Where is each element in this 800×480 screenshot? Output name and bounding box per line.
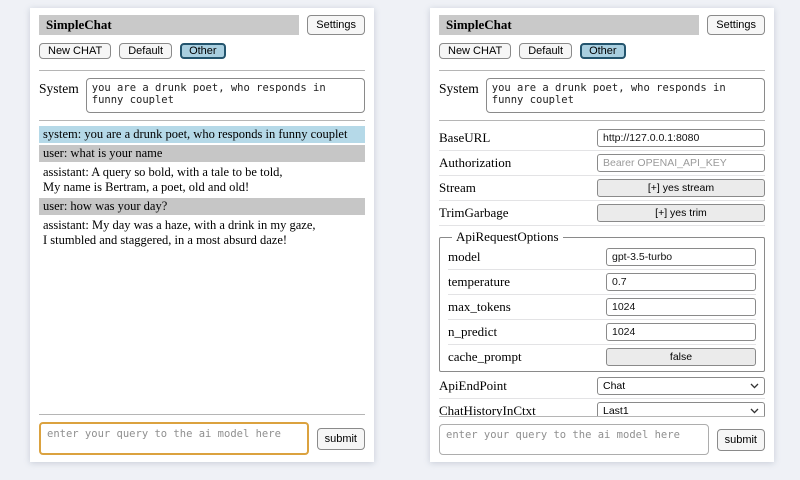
temperature-label: temperature (448, 274, 510, 290)
n-predict-label: n_predict (448, 324, 497, 340)
settings-button[interactable]: Settings (307, 15, 365, 35)
system-prompt-textarea[interactable]: you are a drunk poet, who responds in fu… (486, 78, 765, 113)
setting-row-authorization: Authorization (439, 151, 765, 176)
session-tabs: New CHAT Default Other (439, 43, 765, 59)
setting-row-cache-prompt: cache_prompt false (448, 345, 756, 369)
setting-row-api-endpoint: ApiEndPoint Chat (439, 374, 765, 399)
system-label: System (39, 78, 79, 113)
max-tokens-input[interactable] (606, 298, 756, 316)
model-label: model (448, 249, 481, 265)
model-input[interactable] (606, 248, 756, 266)
chat-history-label: ChatHistoryInCtxt (439, 403, 536, 416)
divider (39, 120, 365, 121)
chat-message-assistant: assistant: A query so bold, with a tale … (39, 164, 365, 196)
stream-label: Stream (439, 180, 476, 196)
settings-button[interactable]: Settings (707, 15, 765, 35)
cache-prompt-label: cache_prompt (448, 349, 522, 365)
divider (439, 416, 765, 417)
session-tabs: New CHAT Default Other (39, 43, 365, 59)
trimgarbage-toggle-button[interactable]: [+] yes trim (597, 204, 765, 222)
api-request-options-legend: ApiRequestOptions (452, 229, 563, 245)
authorization-input[interactable] (597, 154, 765, 172)
setting-row-max-tokens: max_tokens (448, 295, 756, 320)
query-row: submit (439, 424, 765, 455)
chat-message-user: user: how was your day? (39, 198, 365, 215)
app-title: SimpleChat (439, 15, 699, 35)
settings-list: BaseURL Authorization Stream [+] yes str… (439, 126, 765, 416)
divider (39, 70, 365, 71)
divider (439, 70, 765, 71)
divider (439, 120, 765, 121)
query-input[interactable] (39, 422, 309, 455)
chat-message-assistant: assistant: My day was a haze, with a dri… (39, 217, 365, 249)
submit-button[interactable]: submit (717, 429, 765, 451)
n-predict-input[interactable] (606, 323, 756, 341)
chat-panel: SimpleChat Settings New CHAT Default Oth… (30, 8, 374, 462)
query-input[interactable] (439, 424, 709, 455)
chevron-down-icon (746, 380, 759, 392)
baseurl-input[interactable] (597, 129, 765, 147)
api-endpoint-select[interactable]: Chat (597, 377, 765, 395)
baseurl-label: BaseURL (439, 130, 490, 146)
new-chat-button[interactable]: New CHAT (439, 43, 511, 59)
tab-other[interactable]: Other (580, 43, 626, 59)
submit-button[interactable]: submit (317, 428, 365, 450)
tab-default[interactable]: Default (519, 43, 572, 59)
settings-panel: SimpleChat Settings New CHAT Default Oth… (430, 8, 774, 462)
chat-message-list: system: you are a drunk poet, who respon… (39, 126, 365, 251)
chat-message-user: user: what is your name (39, 145, 365, 162)
titlebar: SimpleChat Settings (439, 15, 765, 35)
chevron-down-icon (746, 405, 759, 416)
system-prompt-row: System you are a drunk poet, who respond… (439, 78, 765, 113)
cache-prompt-toggle-button[interactable]: false (606, 348, 756, 366)
chat-message-system: system: you are a drunk poet, who respon… (39, 126, 365, 143)
system-prompt-textarea[interactable]: you are a drunk poet, who responds in fu… (86, 78, 365, 113)
setting-row-trimgarbage: TrimGarbage [+] yes trim (439, 201, 765, 226)
max-tokens-label: max_tokens (448, 299, 511, 315)
new-chat-button[interactable]: New CHAT (39, 43, 111, 59)
trimgarbage-label: TrimGarbage (439, 205, 509, 221)
authorization-label: Authorization (439, 155, 511, 171)
divider (39, 414, 365, 415)
tab-other[interactable]: Other (180, 43, 226, 59)
setting-row-stream: Stream [+] yes stream (439, 176, 765, 201)
api-request-options-fieldset: ApiRequestOptions model temperature max_… (439, 229, 765, 372)
query-row: submit (39, 422, 365, 455)
stream-toggle-button[interactable]: [+] yes stream (597, 179, 765, 197)
setting-row-chat-history: ChatHistoryInCtxt Last1 (439, 399, 765, 416)
tab-default[interactable]: Default (119, 43, 172, 59)
system-prompt-row: System you are a drunk poet, who respond… (39, 78, 365, 113)
app-title: SimpleChat (39, 15, 299, 35)
setting-row-n-predict: n_predict (448, 320, 756, 345)
api-endpoint-label: ApiEndPoint (439, 378, 507, 394)
chat-history-selected-value: Last1 (603, 405, 629, 416)
system-label: System (439, 78, 479, 113)
titlebar: SimpleChat Settings (39, 15, 365, 35)
setting-row-baseurl: BaseURL (439, 126, 765, 151)
temperature-input[interactable] (606, 273, 756, 291)
api-endpoint-selected-value: Chat (603, 380, 625, 392)
chat-history-select[interactable]: Last1 (597, 402, 765, 416)
setting-row-model: model (448, 245, 756, 270)
setting-row-temperature: temperature (448, 270, 756, 295)
